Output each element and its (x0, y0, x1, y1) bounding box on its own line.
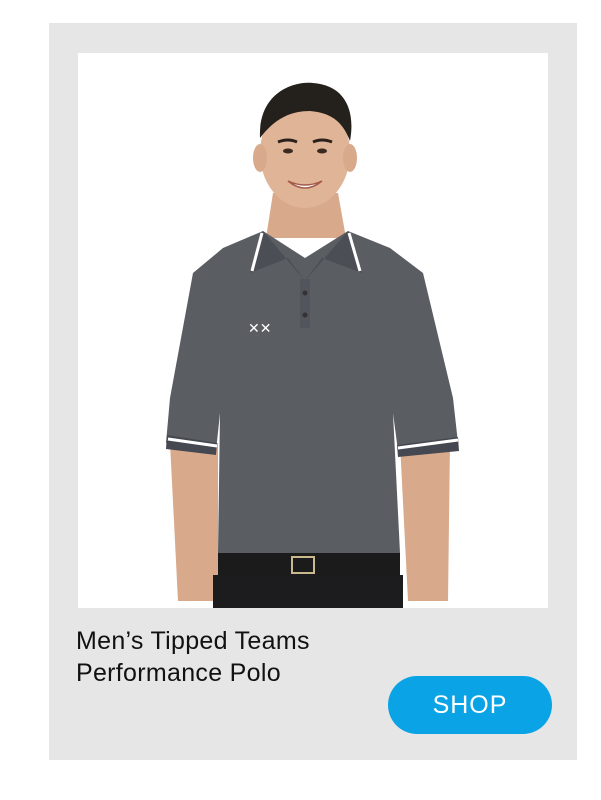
polo-model-illustration: ✕✕ (166, 82, 459, 608)
product-title-line-2: Performance Polo (76, 659, 281, 687)
product-image[interactable]: ✕✕ (78, 53, 548, 608)
product-title: Men’s Tipped Teams Performance Polo (76, 625, 396, 689)
product-card: ✕✕ Men’s Tipped Teams Performance Polo S… (49, 23, 577, 760)
product-title-line-1: Men’s Tipped Teams (76, 627, 310, 655)
shop-button[interactable]: SHOP (388, 676, 552, 734)
svg-text:✕✕: ✕✕ (248, 321, 271, 337)
